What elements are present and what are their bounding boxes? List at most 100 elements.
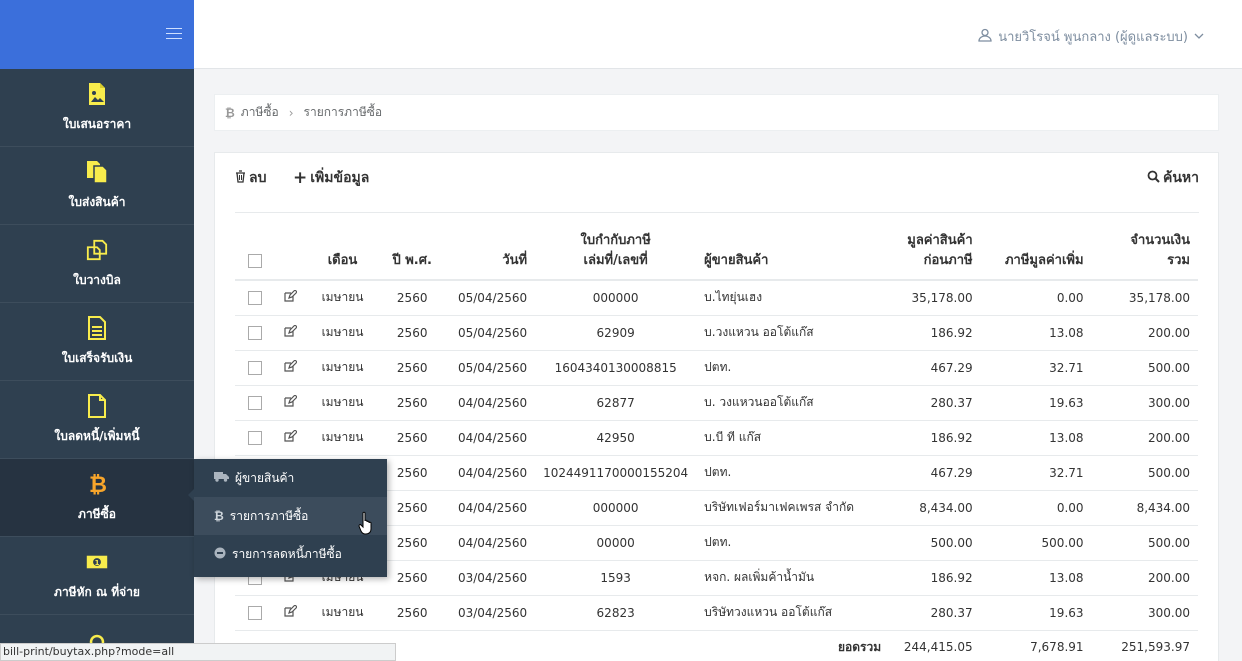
cell-invoice: 1604340130008815	[535, 350, 697, 386]
sidebar-item-receipt[interactable]: ใบเสร็จรับเงิน	[0, 303, 194, 381]
cell-total: 500.00	[1091, 525, 1198, 561]
column-header-vendor[interactable]: ผู้ขายสินค้า	[696, 227, 890, 281]
cell-date: 05/04/2560	[445, 280, 536, 316]
blank-file-icon	[86, 393, 108, 419]
footer-pretax: 244,415.05	[903, 640, 973, 655]
cell-total: 200.00	[1091, 315, 1198, 351]
plus-icon: +	[293, 168, 308, 188]
row-checkbox[interactable]	[247, 291, 262, 305]
row-checkbox[interactable]	[247, 430, 262, 445]
table-row[interactable]: เมษายน 2560 05/04/2560 62909 บ.วงแหวน ออโต้แ…	[235, 315, 1198, 351]
table-row[interactable]: เมษายน 2560 04/04/2560 42950 บ.บี ที แก๊ส 186…	[235, 420, 1198, 456]
bitcoin-icon: ₿	[214, 509, 224, 523]
edit-icon[interactable]	[284, 394, 298, 410]
trash-icon	[235, 169, 246, 187]
sidebar: ใบเสนอราคา ใบส่งสินค้า ใบวางบิล ใบเสร็จร…	[0, 0, 194, 661]
column-header-month[interactable]: เดือน	[306, 227, 379, 281]
cell-vat: 500.00	[980, 525, 1092, 561]
add-button[interactable]: + เพิ่มข้อมูล	[293, 167, 369, 189]
sidebar-item-label: ภาษีหัก ณ ที่จ่าย	[54, 585, 140, 599]
breadcrumb-current: รายการภาษีซื้อ	[303, 105, 383, 119]
submenu-item-vendors[interactable]: ผู้ขายสินค้า	[194, 459, 387, 497]
sidebar-item-credit-debit[interactable]: ใบลดหนี้/เพิ่มหนี้	[0, 381, 194, 459]
cell-date: 04/04/2560	[445, 420, 536, 456]
cell-total: 200.00	[1091, 560, 1198, 596]
cell-vendor: บริษัทเฟอร์มาเฟคเพรส จำกัด	[696, 490, 890, 526]
user-menu[interactable]: นายวิโรจน์ พูนกลาง (ผู้ดูแลระบบ)	[978, 26, 1204, 47]
cell-month: เมษายน	[306, 595, 379, 631]
cell-invoice: 1593	[535, 560, 697, 596]
column-header-date[interactable]: วันที่	[445, 227, 536, 281]
cell-invoice: 00000	[535, 525, 697, 561]
column-header-year[interactable]: ปี พ.ศ.	[378, 227, 446, 281]
table-body: เมษายน 2560 05/04/2560 000000 บ.ไทยุ่นเฮง 35,…	[235, 280, 1198, 631]
chevron-down-icon	[1194, 29, 1204, 44]
cell-invoice: 1024491170000155204	[535, 455, 697, 491]
sidebar-brand	[0, 0, 194, 69]
cell-vendor: ปตท.	[696, 350, 890, 386]
cell-pretax: 186.92	[889, 420, 981, 456]
row-checkbox[interactable]	[247, 360, 262, 375]
user-icon	[978, 28, 992, 46]
hand-cursor-icon	[358, 511, 376, 535]
column-header-total[interactable]: จำนวนเงิน รวม	[1091, 227, 1198, 281]
user-name: นายวิโรจน์ พูนกลาง (ผู้ดูแลระบบ)	[998, 30, 1188, 45]
edit-icon[interactable]	[284, 289, 298, 305]
row-edit-cell	[274, 350, 307, 386]
cell-vat: 19.63	[980, 595, 1092, 631]
cell-pretax: 467.29	[889, 455, 981, 491]
footer-vat: 7,678.91	[1030, 640, 1084, 655]
cell-vat: 0.00	[980, 490, 1092, 526]
cell-year: 2560	[378, 350, 446, 386]
row-checkbox[interactable]	[247, 605, 262, 620]
row-checkbox[interactable]	[247, 325, 262, 340]
cell-vat: 13.08	[980, 560, 1092, 596]
sidebar-item-label: ภาษีซื้อ	[78, 507, 116, 521]
table-row[interactable]: เมษายน 2560 05/04/2560 000000 บ.ไทยุ่นเฮง 35,…	[235, 280, 1198, 316]
column-header-pretax[interactable]: มูลค่าสินค้า ก่อนภาษี	[889, 227, 981, 281]
edit-icon[interactable]	[284, 604, 298, 620]
row-edit-cell	[274, 315, 307, 351]
cell-year: 2560	[378, 455, 446, 491]
edit-icon[interactable]	[284, 429, 298, 445]
sidebar-item-label: ใบส่งสินค้า	[68, 195, 126, 209]
cell-pretax: 8,434.00	[889, 490, 981, 526]
submenu-item-purchase-tax-credit[interactable]: รายการลดหนี้ภาษีซื้อ	[194, 535, 387, 573]
cell-pretax: 500.00	[889, 525, 981, 561]
svg-text:₿: ₿	[89, 473, 106, 496]
cell-year: 2560	[378, 560, 446, 596]
search-button[interactable]: ค้นหา	[1147, 167, 1199, 189]
delete-button[interactable]: ลบ	[235, 167, 266, 189]
hamburger-menu-icon[interactable]	[166, 28, 182, 40]
purchase-tax-table: เดือน ปี พ.ศ. วันที่ ใบกำกับภาษี เล่มที่/…	[235, 227, 1198, 661]
sidebar-item-purchase-tax[interactable]: ₿ ภาษีซื้อ	[0, 459, 194, 537]
sidebar-item-billing[interactable]: ใบวางบิล	[0, 225, 194, 303]
table-row[interactable]: เมษายน 2560 04/04/2560 62877 บ. วงแหวนออโต้แ…	[235, 385, 1198, 421]
cell-year: 2560	[378, 385, 446, 421]
cell-total: 8,434.00	[1091, 490, 1198, 526]
breadcrumb-root[interactable]: ภาษีซื้อ	[241, 103, 279, 122]
cell-vat: 13.08	[980, 315, 1092, 351]
table-row[interactable]: เมษายน 2560 05/04/2560 1604340130008815 ปตท.…	[235, 350, 1198, 386]
breadcrumb: ₿ ภาษีซื้อ › รายการภาษีซื้อ	[214, 94, 1219, 131]
edit-icon[interactable]	[284, 324, 298, 340]
sidebar-item-withholding-tax[interactable]: 1 ภาษีหัก ณ ที่จ่าย	[0, 537, 194, 615]
column-header-invoice[interactable]: ใบกำกับภาษี เล่มที่/เลขที่	[535, 227, 697, 281]
cell-date: 05/04/2560	[445, 350, 536, 386]
sidebar-item-quotation[interactable]: ใบเสนอราคา	[0, 69, 194, 147]
money-icon: 1	[86, 549, 108, 575]
footer-label: ยอดรวม	[838, 639, 882, 654]
cell-pretax: 35,178.00	[889, 280, 981, 316]
clone-icon	[86, 237, 108, 263]
cell-vat: 19.63	[980, 385, 1092, 421]
select-all-checkbox[interactable]	[247, 253, 262, 268]
cell-vendor: บ. วงแหวนออโต้แก๊ส	[696, 385, 890, 421]
row-checkbox[interactable]	[247, 395, 262, 410]
table-row[interactable]: เมษายน 2560 03/04/2560 62823 บริษัทวงแหวน ออ…	[235, 595, 1198, 631]
cell-vendor: บ.ไทยุ่นเฮง	[696, 280, 890, 316]
sidebar-item-delivery[interactable]: ใบส่งสินค้า	[0, 147, 194, 225]
column-header-vat[interactable]: ภาษีมูลค่าเพิ่ม	[980, 227, 1092, 281]
cell-total: 300.00	[1091, 595, 1198, 631]
cell-date: 04/04/2560	[445, 385, 536, 421]
edit-icon[interactable]	[284, 359, 298, 375]
